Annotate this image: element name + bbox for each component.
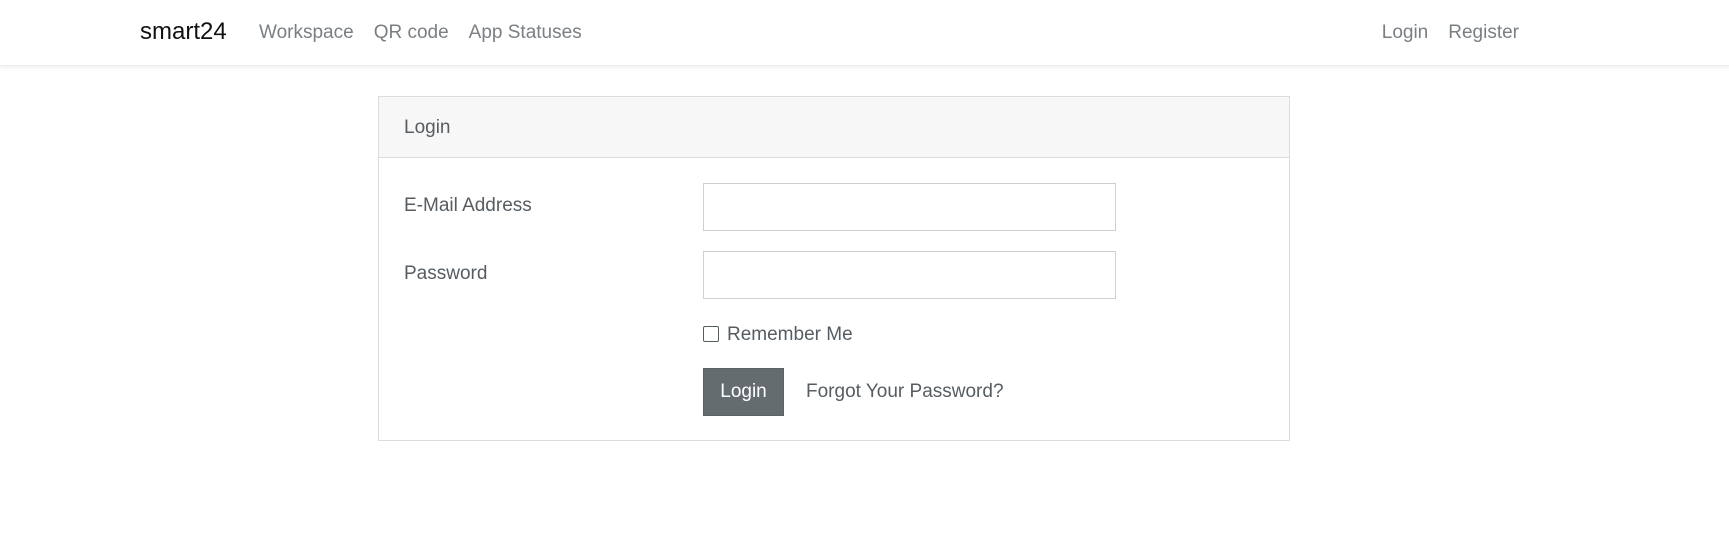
brand-link[interactable]: smart24 (140, 17, 227, 47)
nav-link-app-statuses[interactable]: App Statuses (469, 20, 582, 46)
nav-link-qr-code[interactable]: QR code (374, 20, 449, 46)
login-button[interactable]: Login (703, 368, 784, 416)
top-navbar: smart24 Workspace QR code App Statuses L… (0, 0, 1729, 66)
remember-me-row: Remember Me (703, 323, 853, 347)
nav-right: Login Register (1382, 20, 1519, 46)
nav-link-register[interactable]: Register (1448, 20, 1519, 46)
email-field[interactable] (703, 183, 1116, 231)
login-card: Login E-Mail Address Password Remember M… (378, 96, 1290, 441)
nav-left: Workspace QR code App Statuses (259, 20, 582, 46)
password-label: Password (404, 263, 488, 284)
nav-link-login[interactable]: Login (1382, 20, 1429, 46)
nav-link-workspace[interactable]: Workspace (259, 20, 354, 46)
remember-me-label[interactable]: Remember Me (727, 323, 853, 347)
forgot-password-link[interactable]: Forgot Your Password? (806, 380, 1004, 404)
password-field[interactable] (703, 251, 1116, 299)
card-header: Login (379, 97, 1289, 158)
remember-me-checkbox[interactable] (703, 326, 719, 342)
email-label: E-Mail Address (404, 195, 532, 216)
